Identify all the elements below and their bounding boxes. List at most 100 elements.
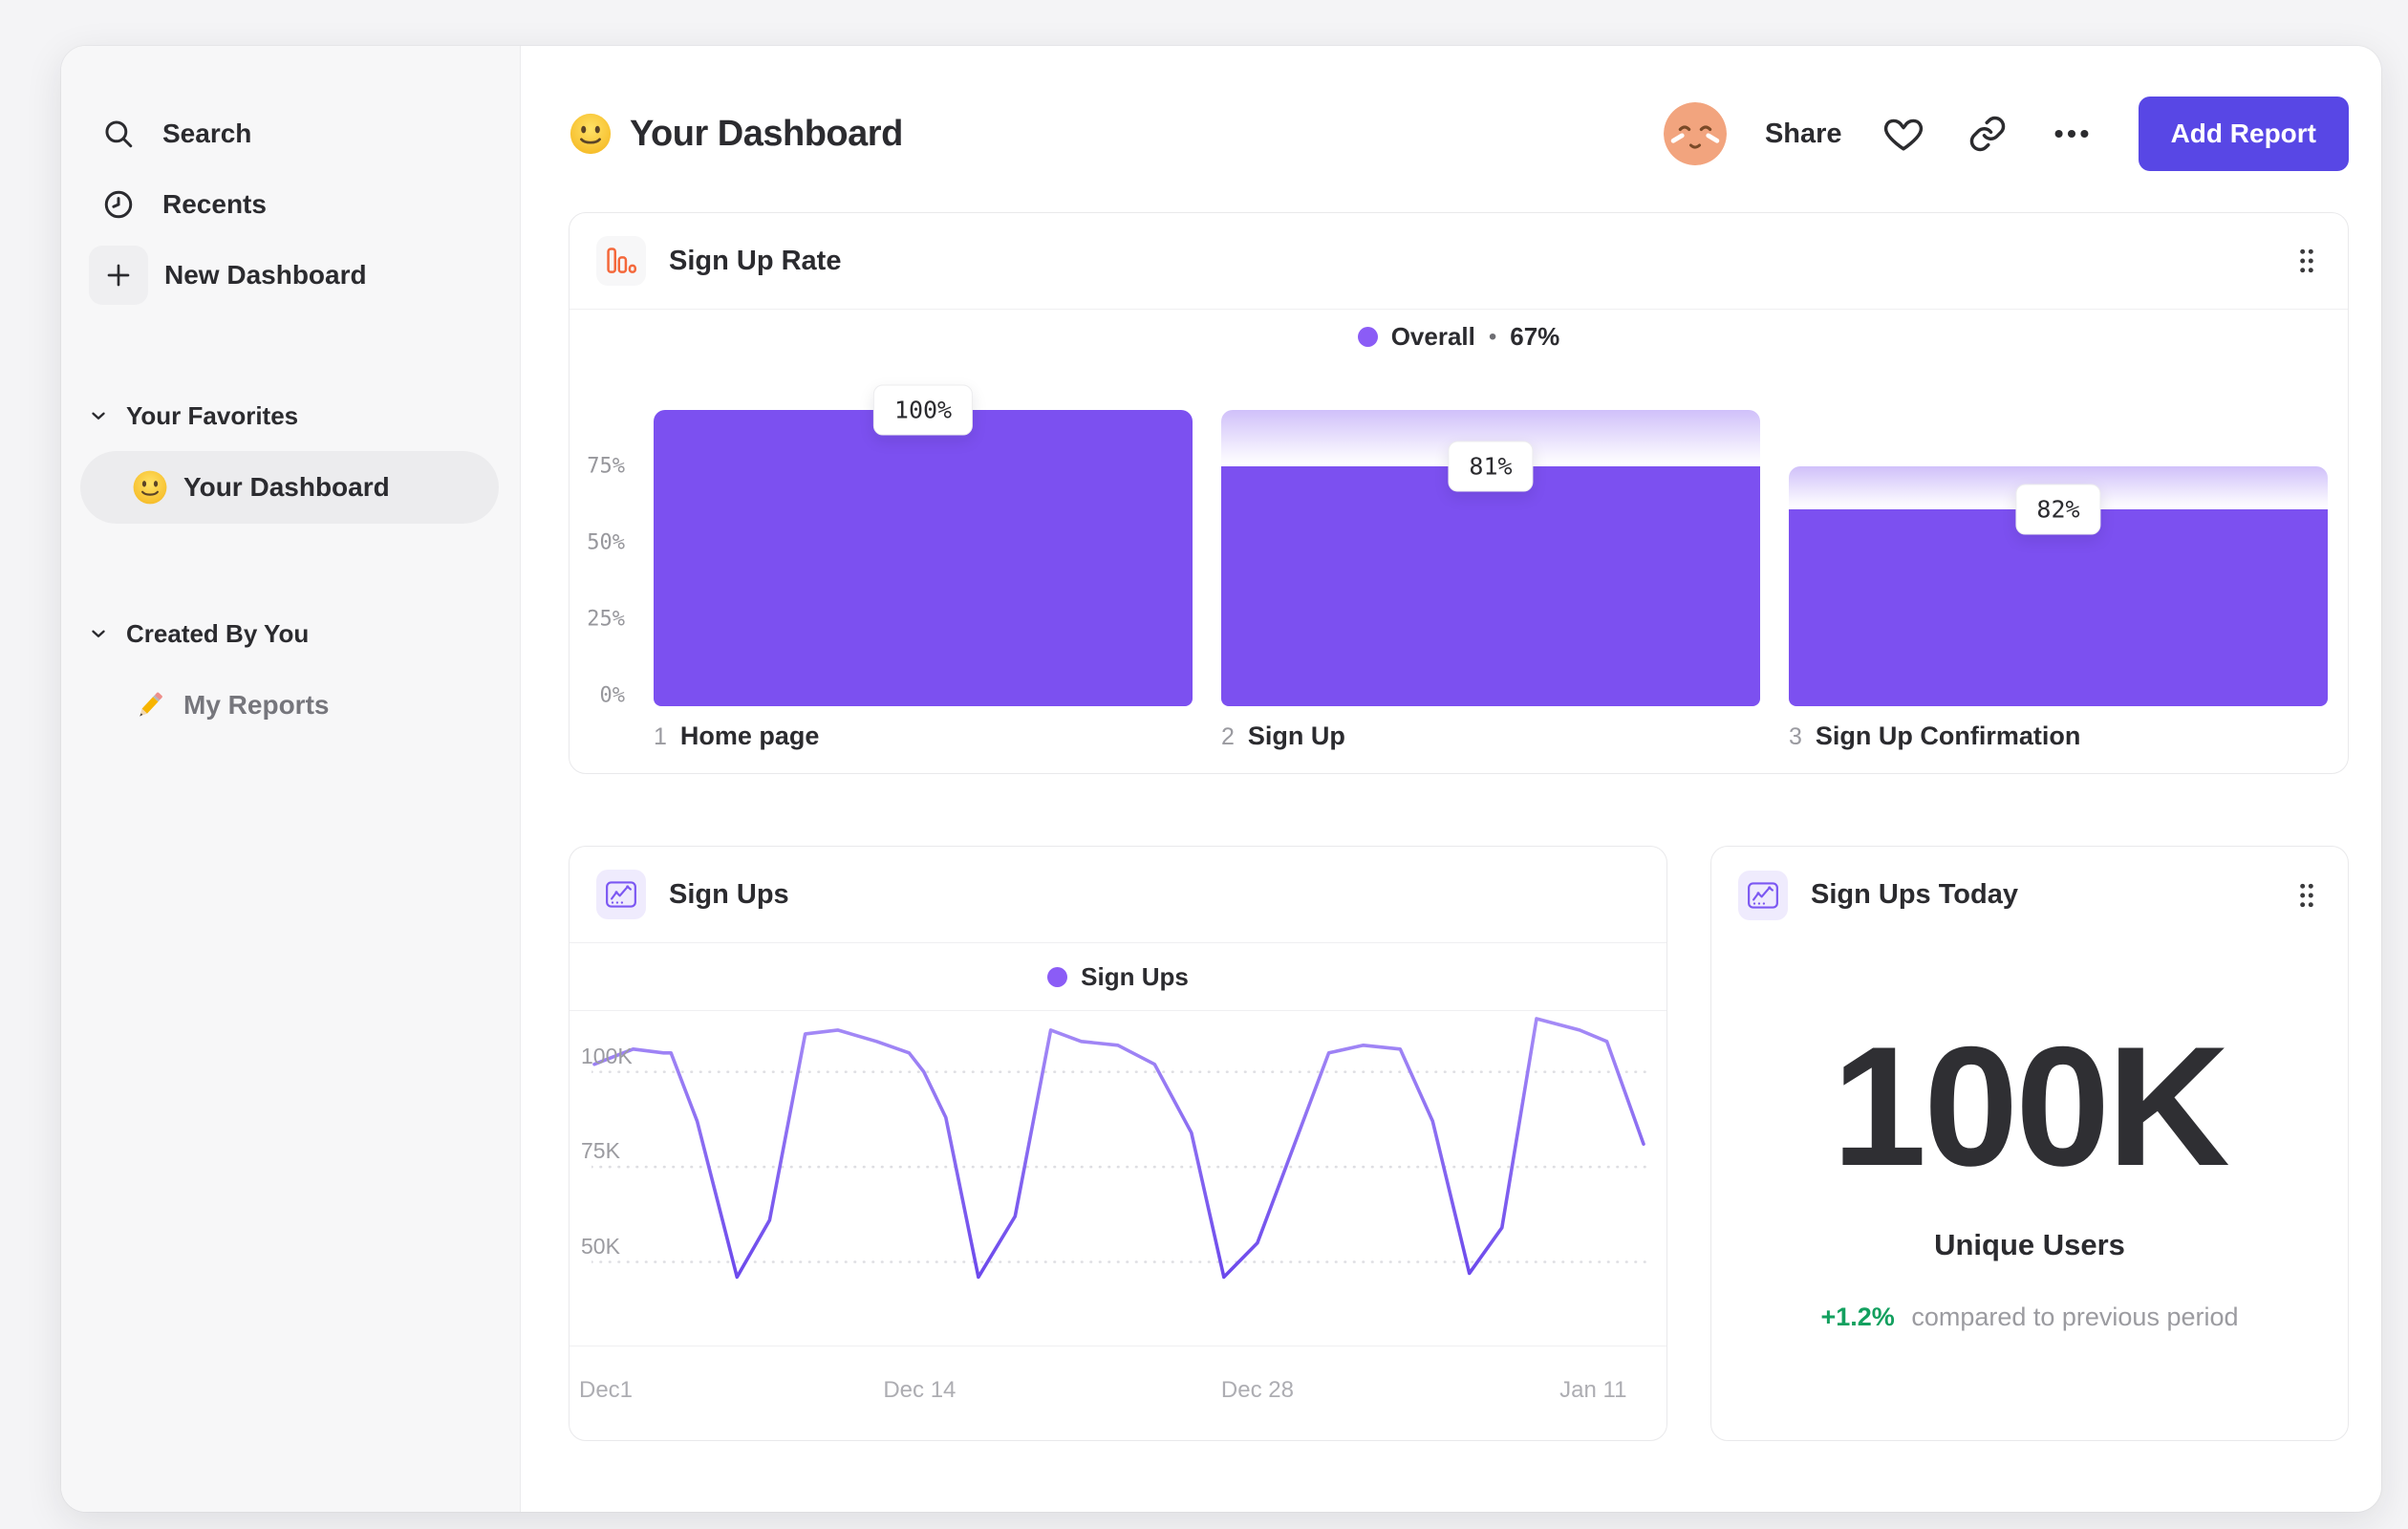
step-index: 2 [1221, 723, 1235, 750]
sign-ups-today-card: Sign Ups Today 100K Unique Users +1.2% c… [1710, 846, 2349, 1441]
smiley-emoji-icon [569, 112, 613, 156]
metric-label: Unique Users [1934, 1228, 2125, 1261]
step-index: 1 [654, 723, 667, 750]
created-section-toggle[interactable]: Created By You [88, 612, 520, 656]
x-axis-tick: Dec1 [579, 1377, 634, 1403]
clock-icon [101, 187, 136, 222]
drag-handle-icon[interactable] [2292, 242, 2321, 280]
funnel-plot: 75% 50% 25% 0% 100% 81% 82% [570, 364, 2348, 708]
heart-icon[interactable] [1881, 111, 1926, 157]
funnel-bar-fill [654, 410, 1193, 706]
search-icon [101, 117, 136, 151]
x-axis: Dec1 Dec 14 Dec 28 Jan 11 [570, 1346, 1666, 1443]
chevron-down-icon [88, 405, 109, 426]
card-header: Sign Up Rate [570, 213, 2348, 310]
funnel-step-label: 1 Home page [654, 721, 819, 751]
section-header: Your Favorites [126, 400, 299, 430]
main-content: Your Dashboard Share Add Report Sign Up … [521, 46, 2381, 1512]
card-title: Sign Ups [669, 878, 789, 910]
funnel-bar-home-page: 100% [654, 364, 1193, 706]
bottom-row: Sign Ups Sign Ups 100K 75K 50K Dec1 Dec … [569, 846, 2349, 1441]
funnel-value-tooltip: 81% [1448, 441, 1534, 492]
metric-delta: +1.2% compared to previous period [1711, 1303, 2348, 1332]
sidebar-item-label: My Reports [183, 690, 330, 720]
funnel-bar-fill [1221, 465, 1760, 706]
line-legend: Sign Ups [570, 943, 1666, 1011]
sidebar-item-recents[interactable]: Recents [101, 174, 520, 235]
x-axis-tick: Jan 11 [1559, 1377, 1627, 1403]
legend-label: Overall [1390, 322, 1475, 351]
legend-dot [1357, 327, 1378, 347]
funnel-x-labels: 1 Home page 2 Sign Up 3 Sign Up Confirma… [570, 706, 2348, 775]
sidebar: Search Recents New Dashboard Your Favori… [61, 46, 521, 1512]
drag-handle-icon[interactable] [2292, 876, 2321, 915]
sign-ups-card: Sign Ups Sign Ups 100K 75K 50K Dec1 Dec … [569, 846, 1667, 1441]
more-icon[interactable] [2049, 111, 2095, 157]
x-axis-tick: Dec 28 [1220, 1377, 1294, 1403]
x-axis-tick: Dec 14 [883, 1377, 957, 1403]
sidebar-item-search[interactable]: Search [101, 103, 520, 164]
smiley-emoji-icon [132, 469, 168, 506]
card-title: Sign Up Rate [669, 245, 842, 276]
sign-up-rate-card: Sign Up Rate Overall • 67% 75% 50% 25% 0… [569, 212, 2349, 774]
sidebar-section-created: Created By You My Reports [61, 612, 520, 742]
card-header: Sign Ups Today [1711, 847, 2348, 943]
funnel-step-label: 2 Sign Up [1221, 721, 1345, 751]
sidebar-item-label: New Dashboard [164, 260, 367, 290]
legend-label: Sign Ups [1081, 961, 1189, 991]
sidebar-item-your-dashboard[interactable]: Your Dashboard [80, 451, 499, 524]
funnel-legend: Overall • 67% [570, 310, 2348, 364]
bar-chart-icon [596, 236, 646, 286]
step-index: 3 [1789, 723, 1802, 750]
funnel-value-tooltip: 100% [872, 384, 974, 436]
sidebar-item-my-reports[interactable]: My Reports [80, 669, 499, 742]
sidebar-item-label: Your Dashboard [183, 472, 390, 502]
y-axis-tick: 0% [599, 683, 626, 708]
app-window: Search Recents New Dashboard Your Favori… [61, 46, 2381, 1512]
legend-value: 67% [1510, 322, 1560, 351]
step-name: Sign Up [1247, 721, 1345, 750]
delta-value: +1.2% [1820, 1303, 1895, 1331]
line-chart-icon [1738, 870, 1788, 920]
funnel-step-label: 3 Sign Up Confirmation [1789, 721, 2080, 751]
add-report-button[interactable]: Add Report [2138, 97, 2349, 171]
sign-ups-line-chart [591, 1017, 1646, 1280]
y-axis-tick: 50K [581, 1233, 620, 1259]
header-actions: Share Add Report [1663, 97, 2349, 171]
sidebar-item-label: Search [162, 118, 252, 148]
funnel-bar-sign-up-confirmation: 82% [1789, 364, 2328, 706]
line-chart-icon [596, 870, 646, 919]
page-title: Your Dashboard [630, 113, 903, 154]
plus-icon [89, 246, 148, 305]
card-title: Sign Ups Today [1811, 879, 2018, 910]
section-header: Created By You [126, 618, 310, 648]
y-axis-tick: 100K [581, 1043, 633, 1068]
legend-separator: • [1488, 323, 1497, 350]
y-axis-tick: 25% [587, 607, 625, 632]
sidebar-item-new-dashboard[interactable]: New Dashboard [89, 245, 520, 306]
step-name: Home page [679, 721, 820, 750]
step-name: Sign Up Confirmation [1815, 721, 2081, 750]
y-axis-tick: 75K [581, 1138, 620, 1164]
y-axis-tick: 75% [587, 454, 625, 479]
chevron-down-icon [88, 623, 109, 644]
legend-dot [1047, 966, 1068, 987]
funnel-value-tooltip: 82% [2015, 484, 2101, 535]
metric-body: 100K Unique Users +1.2% compared to prev… [1711, 1022, 2348, 1332]
card-header: Sign Ups [570, 847, 1666, 943]
dashboard-header: Your Dashboard Share Add Report [569, 46, 2349, 212]
y-axis-tick: 50% [587, 530, 625, 555]
funnel-bar-sign-up: 81% [1221, 364, 1760, 706]
sidebar-section-favorites: Your Favorites Your Dashboard [61, 394, 520, 524]
line-plot: 100K 75K 50K [570, 1011, 1666, 1346]
pencil-emoji-icon [132, 687, 168, 723]
share-button[interactable]: Share [1765, 118, 1842, 150]
favorites-section-toggle[interactable]: Your Favorites [88, 394, 520, 438]
page-title-group: Your Dashboard [569, 112, 903, 156]
link-icon[interactable] [1965, 111, 2010, 157]
metric-value: 100K [1832, 1011, 2230, 1201]
sidebar-item-label: Recents [162, 189, 267, 219]
delta-note: compared to previous period [1911, 1303, 2239, 1331]
funnel-bar-fill [1789, 509, 2328, 706]
avatar[interactable] [1663, 102, 1727, 165]
